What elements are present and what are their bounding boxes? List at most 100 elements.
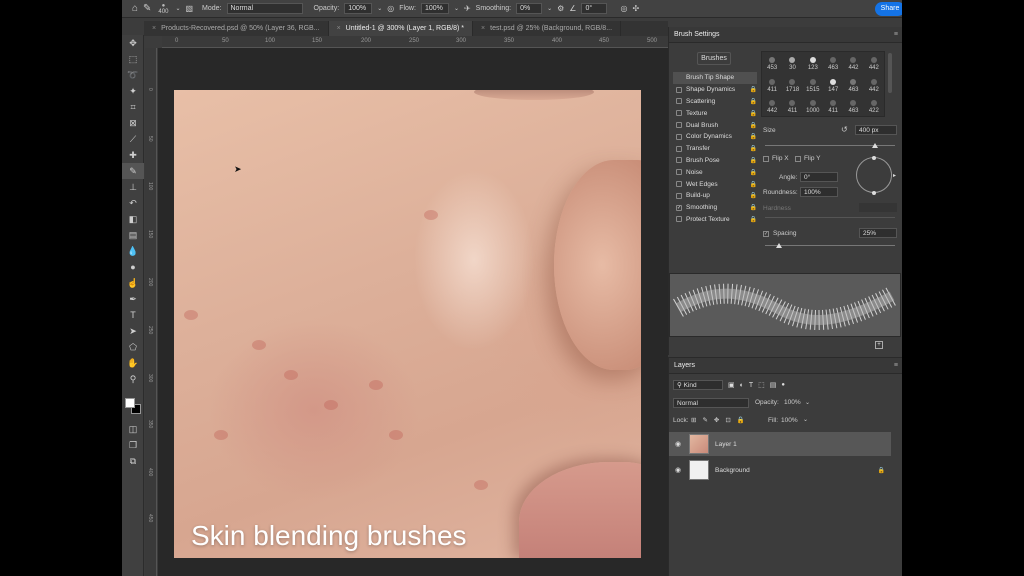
chevron-down-icon[interactable]: ⌄ — [805, 399, 810, 406]
eyedropper-tool-icon[interactable]: ⟋ — [122, 131, 144, 147]
filter-toggle-icon[interactable]: ● — [781, 382, 785, 388]
smudge-tool-icon[interactable]: ☝ — [122, 275, 144, 291]
brush-tip[interactable]: 442 — [864, 52, 884, 73]
option-dual-brush[interactable]: Dual Brush 🔒 — [673, 119, 757, 131]
chevron-down-icon[interactable]: ⌄ — [454, 5, 459, 12]
flip-x-checkbox[interactable] — [763, 155, 769, 162]
tab-test[interactable]: × test.psd @ 25% (Background, RGB/8... — [473, 21, 622, 36]
brush-tip[interactable]: 411 — [762, 73, 782, 94]
healing-brush-tool-icon[interactable]: ✚ — [122, 147, 144, 163]
close-icon[interactable]: × — [152, 25, 156, 32]
blur-tool-icon[interactable]: 💧 — [122, 243, 144, 259]
history-brush-tool-icon[interactable]: ↶ — [122, 195, 144, 211]
lock-icon[interactable]: 🔒 — [750, 204, 757, 211]
create-new-brush-icon[interactable]: + — [875, 341, 883, 349]
brush-tool-icon[interactable]: ✎ — [143, 3, 151, 14]
spacing-slider-track[interactable] — [765, 245, 895, 246]
roundness-field[interactable]: 100% — [800, 187, 838, 197]
pressure-opacity-icon[interactable]: ◎ — [387, 4, 394, 13]
option-shape-dynamics[interactable]: Shape Dynamics 🔒 — [673, 84, 757, 96]
filter-pixel-icon[interactable]: ▣ — [728, 381, 735, 389]
fill-value[interactable]: 100% — [781, 417, 798, 424]
brush-tip[interactable]: 422 — [864, 95, 884, 116]
shape-tool-icon[interactable]: ⬠ — [122, 339, 144, 355]
visibility-eye-icon[interactable]: ◉ — [675, 440, 683, 448]
option-checkbox[interactable] — [676, 169, 682, 176]
smoothing-field[interactable]: 0% — [516, 3, 543, 14]
chevron-down-icon[interactable]: ⌄ — [175, 5, 180, 12]
lock-icon[interactable]: 🔒 — [750, 145, 757, 152]
lock-icon[interactable]: 🔒 — [750, 181, 757, 188]
panel-menu-icon[interactable]: ≡ — [894, 27, 898, 43]
lock-icon[interactable]: 🔒 — [750, 157, 757, 164]
frame-tool-icon[interactable]: ⊠ — [122, 115, 144, 131]
type-tool-icon[interactable]: T — [122, 307, 144, 323]
chevron-down-icon[interactable]: ⌄ — [803, 416, 808, 423]
brush-tip-grid[interactable]: 453 30 123 463 442 442 411 1718 1515 147… — [761, 51, 885, 117]
brush-tip[interactable]: 442 — [843, 52, 863, 73]
option-checkbox[interactable] — [676, 157, 682, 164]
option-checkbox[interactable] — [676, 133, 682, 140]
brush-tip[interactable]: 1718 — [782, 73, 802, 94]
filter-type-icon[interactable]: T — [749, 382, 753, 389]
visibility-eye-icon[interactable]: ◉ — [675, 466, 683, 474]
lock-transparent-icon[interactable]: ⊞ — [691, 416, 696, 424]
clone-stamp-tool-icon[interactable]: ⊥ — [122, 179, 144, 195]
tab-products-recovered[interactable]: × Products-Recovered.psd @ 50% (Layer 36,… — [144, 21, 329, 36]
layer-opacity-value[interactable]: 100% — [784, 399, 801, 406]
zoom-tool-icon[interactable]: ⚲ — [122, 371, 144, 387]
option-transfer[interactable]: Transfer 🔒 — [673, 143, 757, 155]
angle-field[interactable]: 0° — [581, 3, 608, 14]
brush-tip[interactable]: 442 — [762, 95, 782, 116]
brush-tip[interactable]: 411 — [782, 95, 802, 116]
option-checkbox[interactable] — [676, 145, 682, 152]
option-checkbox-checked[interactable]: ✓ — [676, 204, 682, 211]
chevron-down-icon[interactable]: ⌄ — [377, 5, 382, 12]
opacity-field[interactable]: 100% — [344, 3, 373, 14]
brush-tool-icon[interactable]: ✎ — [122, 163, 144, 179]
eraser-tool-icon[interactable]: ◧ — [122, 211, 144, 227]
filter-kind-select[interactable]: ⚲ Kind — [673, 380, 723, 390]
brush-tip[interactable]: 30 — [782, 52, 802, 73]
flow-field[interactable]: 100% — [420, 3, 449, 14]
path-selection-tool-icon[interactable]: ➤ — [122, 323, 144, 339]
lasso-tool-icon[interactable]: ➰ — [122, 67, 144, 83]
lock-icon[interactable]: 🔒 — [750, 192, 757, 199]
spacing-control[interactable]: ✓ Spacing — [763, 230, 797, 237]
angle-roundness-widget[interactable]: ▸ — [856, 156, 896, 195]
magic-wand-tool-icon[interactable]: ✦ — [122, 83, 144, 99]
option-brush-pose[interactable]: Brush Pose 🔒 — [673, 155, 757, 167]
flip-x-control[interactable]: Flip X — [763, 155, 789, 162]
lock-image-icon[interactable]: ✎ — [702, 416, 707, 424]
layer-row-layer-1[interactable]: ◉ Layer 1 — [669, 432, 891, 456]
option-noise[interactable]: Noise 🔒 — [673, 166, 757, 178]
option-scattering[interactable]: Scattering 🔒 — [673, 96, 757, 108]
marquee-tool-icon[interactable]: ⬚ — [122, 51, 144, 67]
option-checkbox[interactable] — [676, 216, 682, 223]
brush-tip[interactable]: 463 — [843, 95, 863, 116]
foreground-color-swatch[interactable] — [125, 398, 135, 408]
brush-preset-picker[interactable]: ● 400 — [156, 3, 170, 15]
home-icon[interactable]: ⌂ — [132, 3, 138, 14]
crop-tool-icon[interactable]: ⌗ — [122, 99, 144, 115]
flip-y-checkbox[interactable] — [795, 155, 801, 162]
document-workspace[interactable]: ➤ Skin blending brushes — [158, 48, 668, 576]
lock-icon[interactable]: 🔒 — [750, 133, 757, 140]
option-protect-texture[interactable]: Protect Texture 🔒 — [673, 214, 757, 226]
share-button[interactable]: Share — [875, 2, 902, 16]
option-brush-tip-shape[interactable]: Brush Tip Shape — [673, 72, 757, 84]
lock-artboard-icon[interactable]: ⊡ — [725, 416, 730, 424]
layer-name[interactable]: Layer 1 — [715, 441, 737, 448]
option-checkbox[interactable] — [676, 181, 682, 188]
widget-handle-icon[interactable] — [872, 156, 876, 160]
size-slider-thumb[interactable] — [872, 143, 878, 148]
brush-tip[interactable]: 1000 — [803, 95, 823, 116]
blend-mode-select[interactable]: Normal — [673, 398, 749, 408]
pressure-size-icon[interactable]: ◎ — [620, 4, 627, 13]
option-color-dynamics[interactable]: Color Dynamics 🔒 — [673, 131, 757, 143]
lock-icon[interactable]: 🔒 — [750, 110, 757, 117]
close-icon[interactable]: × — [481, 25, 485, 32]
reset-size-icon[interactable]: ↺ — [841, 125, 848, 134]
image-canvas[interactable]: ➤ Skin blending brushes — [174, 90, 641, 558]
option-texture[interactable]: Texture 🔒 — [673, 107, 757, 119]
